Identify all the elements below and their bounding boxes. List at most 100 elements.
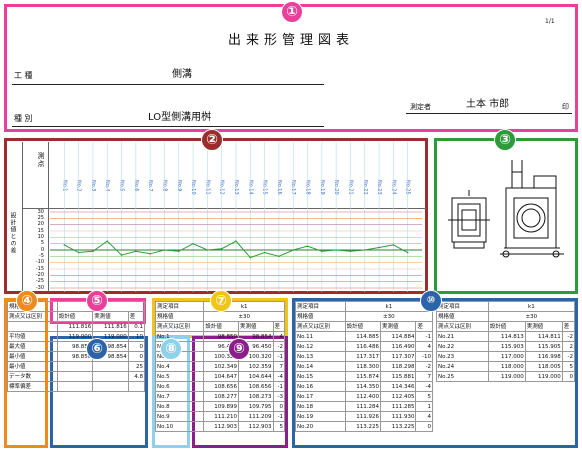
table-cell: 0 (127, 351, 146, 362)
table-cell: -1 (272, 381, 286, 392)
table-cell: 102.349 (203, 361, 239, 372)
data-point (106, 240, 109, 242)
table-row: No.25 119.000 119.000 0 (436, 371, 576, 382)
table-row: No.7 108.277 108.273 -3 (154, 391, 286, 402)
table-cell: 119.000 (524, 371, 563, 382)
table-cell: 116.490 (380, 341, 417, 352)
table-cell: 最大値 (7, 341, 58, 352)
table-cell: 最小値 (7, 361, 58, 372)
data-point (278, 255, 280, 258)
table-cell: 4 (415, 411, 433, 422)
col-head-design: 設計値 (487, 321, 526, 332)
table-cell: 4 (415, 341, 433, 352)
table-cell: 2 (561, 341, 576, 352)
col-head-point: 測点又は区別 (295, 321, 346, 332)
table-cell (7, 321, 58, 332)
data-point (363, 249, 366, 251)
data-point (63, 244, 66, 246)
data-point (406, 251, 409, 254)
table-cell: No.25 (436, 371, 489, 382)
stats-table: 規格値 ±30 測点又は区別 設計値 実測値 差 111.816111.8160… (7, 301, 146, 392)
table-cell: 0.1 (127, 321, 146, 332)
col-head-diff: 差 (561, 321, 576, 332)
badge-5: ⑤ (86, 290, 108, 312)
table-cell: 25 (127, 361, 146, 372)
col-head-point: 測点又は区別 (7, 311, 58, 322)
table-cell: 108.277 (203, 391, 239, 402)
survey-label: 測定項目 (436, 301, 489, 312)
table-cell: 104.647 (203, 371, 239, 382)
col-head-measured: 実測値 (380, 321, 417, 332)
table-cell: 117.307 (380, 351, 417, 362)
spec-value: ±30 (487, 311, 576, 322)
table-cell: -2 (415, 361, 433, 372)
table-cell: 最小値 (7, 351, 58, 362)
table-row: No.15 115.874 115.881 7 (295, 371, 433, 382)
table-row: 最小値 98.850 98.854 0 (7, 351, 146, 362)
badge-10: ⑩ (420, 290, 442, 312)
badge-2: ② (201, 129, 223, 151)
table-cell: 117.317 (344, 351, 382, 362)
table-cell: 112.405 (380, 391, 417, 402)
table-row: 平均値 119.000 119.000 10 (7, 331, 146, 342)
data-point (321, 250, 323, 253)
table-cell: 114.811 (524, 331, 563, 342)
badge-6: ⑥ (86, 338, 108, 360)
table-cell (127, 381, 146, 392)
table-cell: No.6 (154, 381, 205, 392)
table-cell: 118.000 (487, 361, 526, 372)
table-row: No.18 111.284 111.285 1 (295, 401, 433, 412)
table-cell: No.4 (154, 361, 205, 372)
table-section-b: 測定項目 k1 規格値 ±30 測点又は区別 設計値 実測値差 No.11 114.885… (295, 301, 434, 432)
col-head-design: 設計値 (56, 311, 94, 322)
data-point (249, 256, 252, 259)
badge-1: ① (281, 1, 303, 23)
table-row: データ数 4.8 (7, 371, 146, 382)
table-cell (56, 381, 94, 392)
table-cell: 標準偏差 (7, 381, 58, 392)
table-cell: 113.225 (344, 421, 382, 432)
table-cell: 102.359 (237, 361, 274, 372)
table-cell: 114.350 (344, 381, 382, 392)
table-row: No.20 113.225 113.225 0 (295, 421, 433, 432)
spec-label: 規格値 (436, 311, 489, 322)
badge-3: ③ (494, 129, 516, 151)
data-point (349, 250, 352, 253)
table-cell: No.15 (295, 371, 346, 382)
table-cell: No.9 (154, 411, 205, 422)
table-section-c: 測定項目 k1 規格値 ±30 測点又は区別 設計値 実測値差 No.21 114.813… (436, 301, 576, 382)
badge-4: ④ (16, 290, 38, 312)
table-cell: 5 (272, 421, 286, 432)
table-cell: 108.656 (237, 381, 274, 392)
table-cell: No.24 (436, 361, 489, 372)
table-cell: 4.8 (127, 371, 146, 382)
table-cell: 111.209 (237, 411, 274, 422)
col-head-diff: 差 (272, 321, 286, 332)
table-cell: -1 (415, 331, 433, 342)
table-cell: 109.795 (237, 401, 274, 412)
table-cell: 0 (272, 401, 286, 412)
table-cell: 5 (561, 361, 576, 372)
table-cell: 116.998 (524, 351, 563, 362)
badge-9: ⑨ (228, 338, 250, 360)
data-point (77, 251, 80, 254)
table-cell: 7 (415, 371, 433, 382)
table-cell: 114.885 (344, 331, 382, 342)
table-row: 最大値 98.850 98.854 0 (7, 341, 146, 352)
data-point (235, 240, 237, 242)
table-cell: 4 (272, 331, 286, 342)
table-cell: 111.816 (56, 321, 94, 332)
table-cell: No.10 (154, 421, 205, 432)
badge-7: ⑦ (210, 290, 232, 312)
data-point (177, 250, 180, 253)
table-row: No.4 102.349 102.359 7 (154, 361, 286, 372)
table-cell: 108.656 (203, 381, 239, 392)
table-cell: 112.903 (237, 421, 274, 432)
table-cell: 112.903 (203, 421, 239, 432)
table-cell: -10 (415, 351, 433, 362)
table-cell: 111.284 (344, 401, 382, 412)
table-cell: No.8 (154, 401, 205, 412)
table-row: No.16 114.350 114.346 -4 (295, 381, 433, 392)
table-section-a: 測定項目 k1 規格値 ±30 測点又は区別 設計値 実測値差 No.1 98.850 98… (154, 301, 286, 432)
table-cell: No.7 (154, 391, 205, 402)
